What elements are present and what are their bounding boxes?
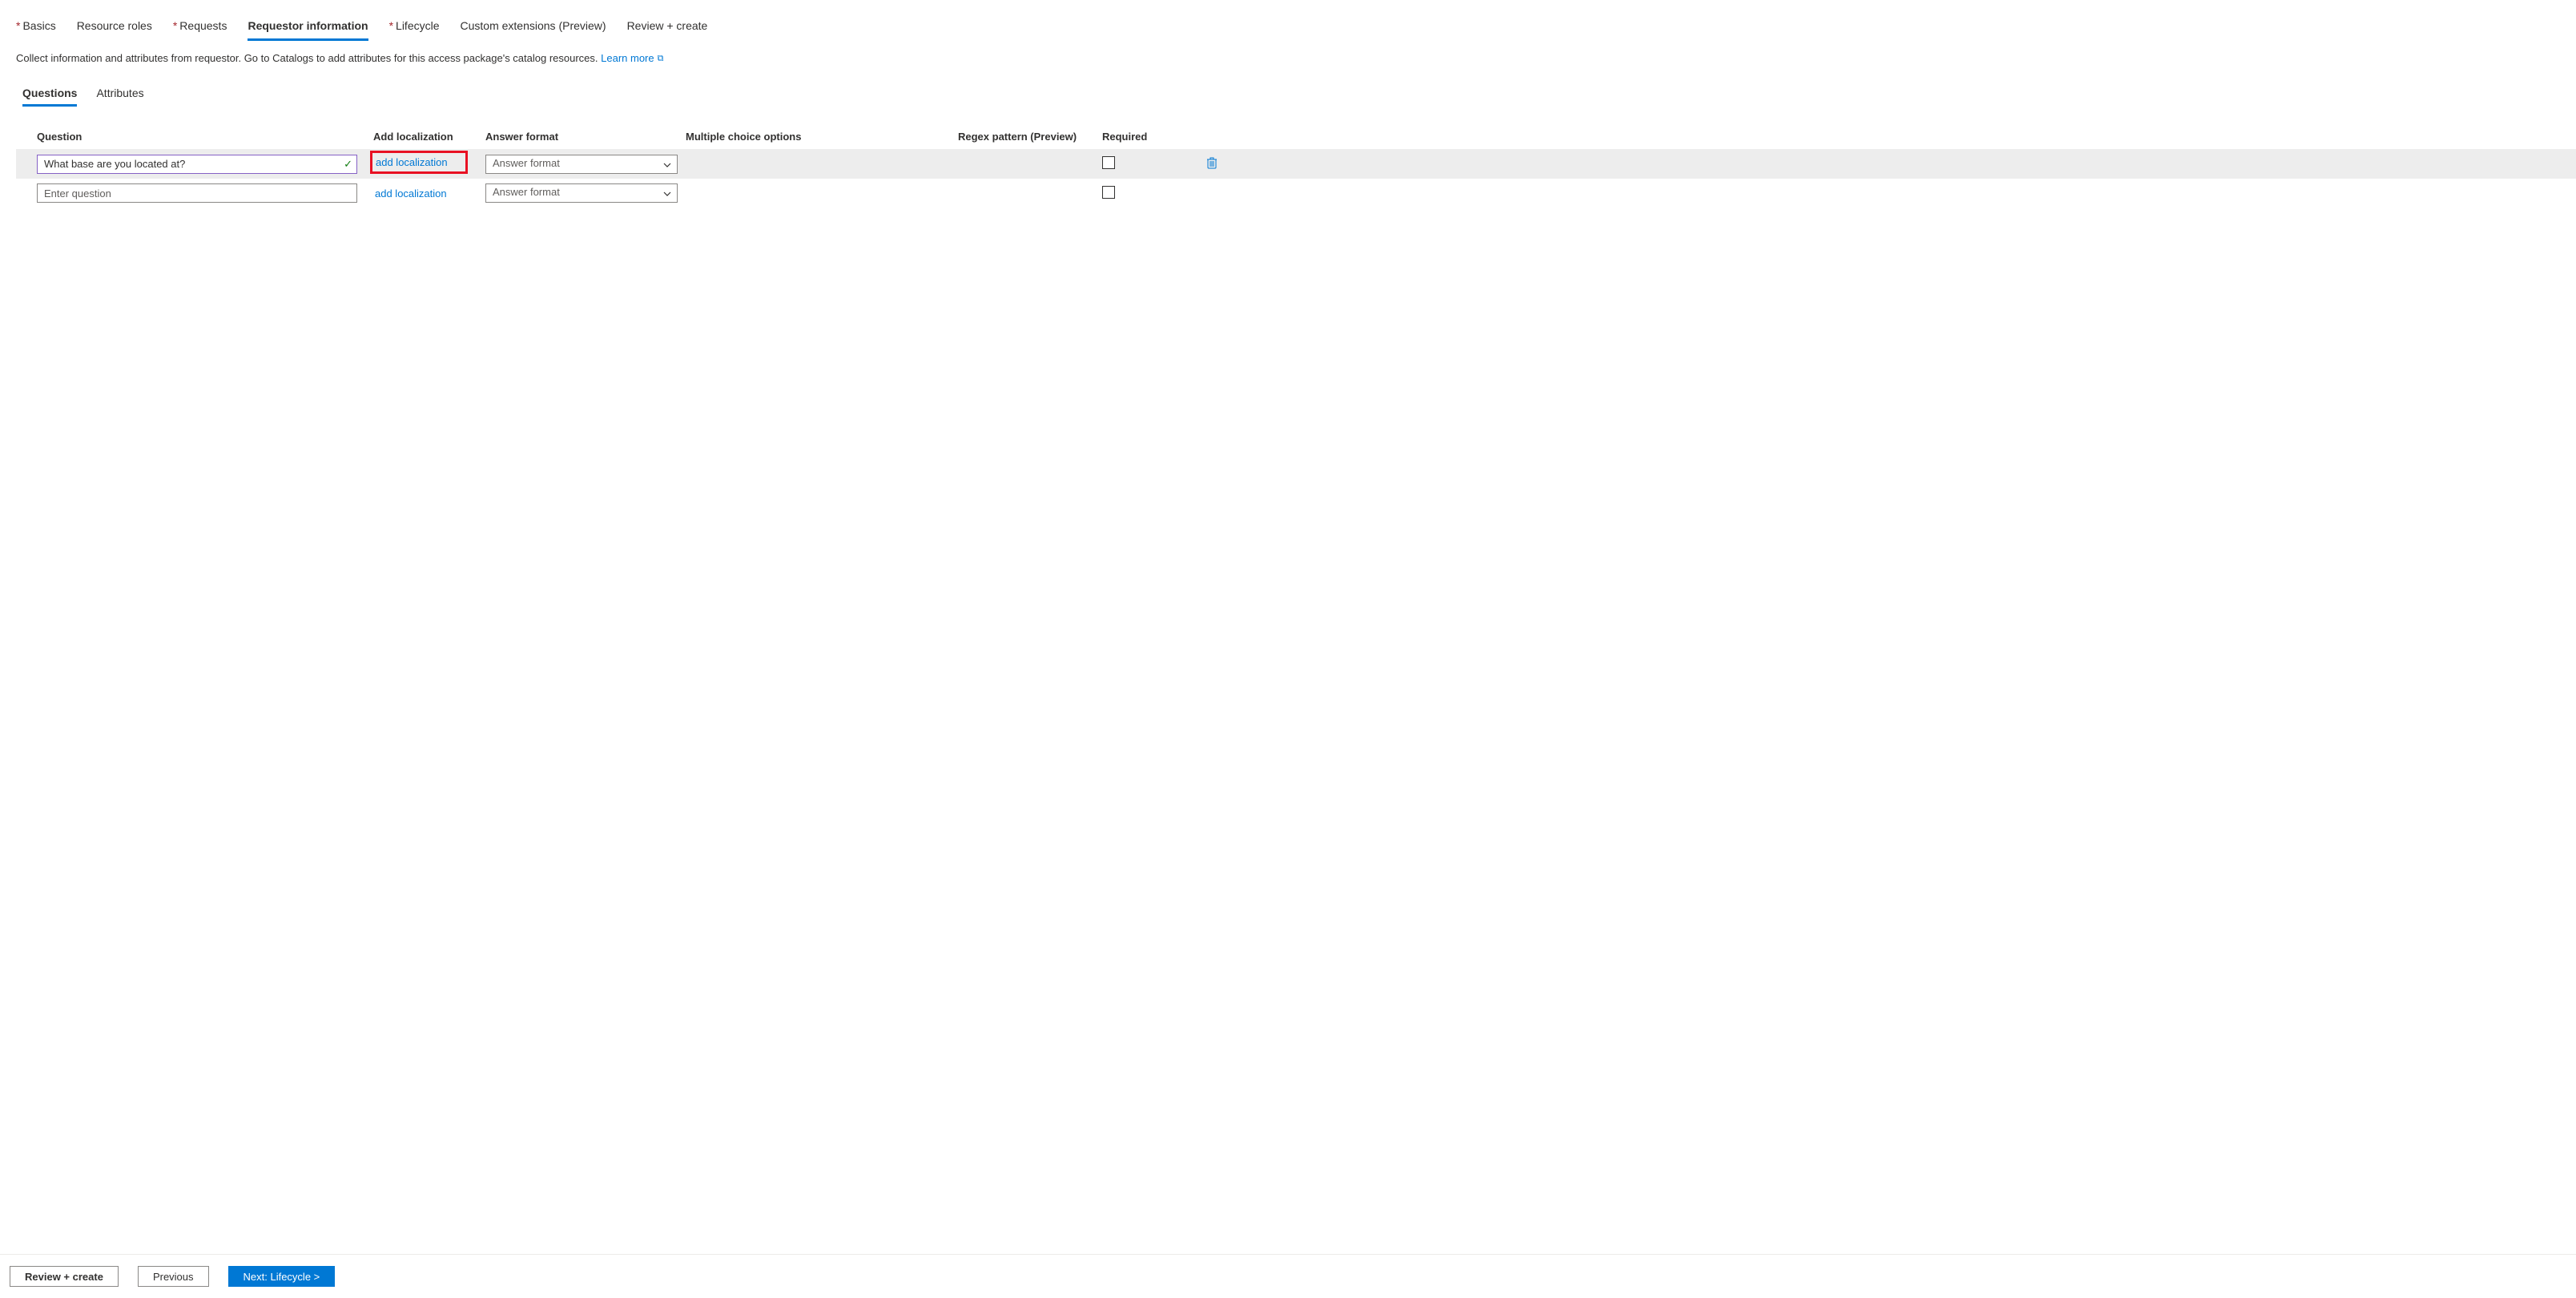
col-add-localization: Add localization [373,131,485,143]
add-localization-link[interactable]: add localization [370,151,468,174]
tab-custom-extensions[interactable]: Custom extensions (Preview) [461,19,606,41]
col-regex: Regex pattern (Preview) [958,131,1102,143]
delete-icon[interactable] [1206,159,1218,172]
next-button[interactable]: Next: Lifecycle > [228,1266,336,1287]
page-description: Collect information and attributes from … [16,52,2560,64]
tab-resource-roles[interactable]: Resource roles [77,19,152,41]
tab-basics[interactable]: *Basics [16,19,56,41]
answer-format-select[interactable]: Answer format [485,155,678,174]
table-row: add localization Answer format [37,179,2552,208]
col-required: Required [1102,131,1206,143]
required-asterisk: * [389,19,393,32]
col-multiple-choice: Multiple choice options [686,131,958,143]
previous-button[interactable]: Previous [138,1266,209,1287]
required-checkbox[interactable] [1102,156,1115,169]
external-link-icon: ⧉ [658,54,664,63]
table-row: ✓ add localization Answer format [16,149,2576,179]
question-input[interactable] [37,183,357,203]
question-input[interactable] [37,155,357,174]
tab-lifecycle[interactable]: *Lifecycle [389,19,440,41]
sub-tabs: Questions Attributes [22,87,2560,107]
col-question: Question [37,131,373,143]
review-create-button[interactable]: Review + create [10,1266,119,1287]
tab-requests[interactable]: *Requests [173,19,227,41]
tab-review-create[interactable]: Review + create [627,19,708,41]
subtab-attributes[interactable]: Attributes [96,87,143,107]
col-answer-format: Answer format [485,131,686,143]
add-localization-link[interactable]: add localization [375,187,447,200]
required-asterisk: * [173,19,177,32]
tab-requestor-information[interactable]: Requestor information [248,19,368,41]
subtab-questions[interactable]: Questions [22,87,77,107]
wizard-tabs: *Basics Resource roles *Requests Request… [16,19,2560,41]
questions-table: Question Add localization Answer format … [37,124,2552,208]
answer-format-select[interactable]: Answer format [485,183,678,203]
wizard-footer: Review + create Previous Next: Lifecycle… [0,1254,2576,1298]
required-asterisk: * [16,19,20,32]
learn-more-link[interactable]: Learn more⧉ [601,52,663,64]
required-checkbox[interactable] [1102,186,1115,199]
table-header: Question Add localization Answer format … [37,124,2552,149]
